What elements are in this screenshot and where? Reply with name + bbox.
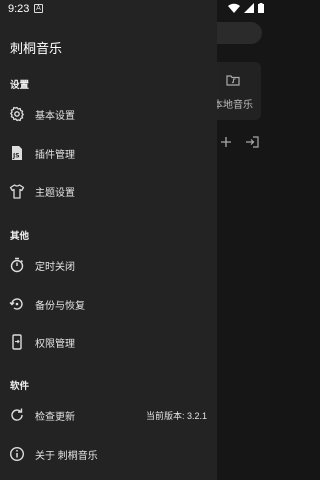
timer-icon xyxy=(10,257,24,273)
backup-restore-icon xyxy=(9,298,23,310)
navigation-drawer: 刺桐音乐 设置 基本设置 JS 插件管理 主题设置 其他 定时关闭 备份与恢复 … xyxy=(0,0,217,480)
notification-badge: A xyxy=(34,4,43,13)
status-icons xyxy=(228,3,264,13)
menu-item-basic-settings[interactable]: 基本设置 xyxy=(0,98,217,130)
svg-text:JS: JS xyxy=(12,153,20,160)
section-title-settings: 设置 xyxy=(10,80,30,91)
gear-icon xyxy=(10,106,24,122)
battery-icon xyxy=(258,3,264,13)
menu-item-sleep-timer[interactable]: 定时关闭 xyxy=(0,249,217,281)
menu-item-about[interactable]: 关于 刺桐音乐 xyxy=(0,438,217,470)
menu-item-label: 权限管理 xyxy=(35,338,75,350)
menu-item-label: 插件管理 xyxy=(35,149,75,161)
menu-item-theme-settings[interactable]: 主题设置 xyxy=(0,175,217,207)
signal-icon xyxy=(244,3,254,13)
status-time: 9:23 xyxy=(8,3,30,15)
section-title-software: 软件 xyxy=(10,381,30,392)
current-version-text: 当前版本: 3.2.1 xyxy=(145,410,207,421)
local-music-label: 本地音乐 xyxy=(213,100,253,111)
menu-item-check-update[interactable]: 检查更新 当前版本: 3.2.1 xyxy=(0,399,217,431)
section-title-other: 其他 xyxy=(10,231,30,242)
menu-item-label: 基本设置 xyxy=(35,110,75,122)
menu-item-plugin-management[interactable]: JS 插件管理 xyxy=(0,137,217,169)
menu-item-label: 检查更新 xyxy=(35,411,75,423)
folder-music-icon xyxy=(226,75,240,86)
info-icon xyxy=(9,446,25,462)
status-bar: 9:23 A xyxy=(0,0,270,18)
menu-item-label: 关于 刺桐音乐 xyxy=(35,450,98,462)
drawer-title: 刺桐音乐 xyxy=(10,41,63,56)
menu-item-backup-restore[interactable]: 备份与恢复 xyxy=(0,288,217,320)
js-file-icon: JS xyxy=(12,146,22,160)
wifi-icon xyxy=(228,3,240,13)
menu-item-label: 定时关闭 xyxy=(35,261,75,273)
phone-permission-icon xyxy=(12,334,22,350)
menu-item-permission-management[interactable]: 权限管理 xyxy=(0,326,217,358)
import-icon[interactable] xyxy=(245,136,259,148)
tshirt-icon xyxy=(9,184,25,199)
menu-item-label: 备份与恢复 xyxy=(35,300,85,312)
menu-item-label: 主题设置 xyxy=(35,187,75,199)
add-icon[interactable] xyxy=(220,136,232,148)
refresh-icon xyxy=(11,408,23,421)
